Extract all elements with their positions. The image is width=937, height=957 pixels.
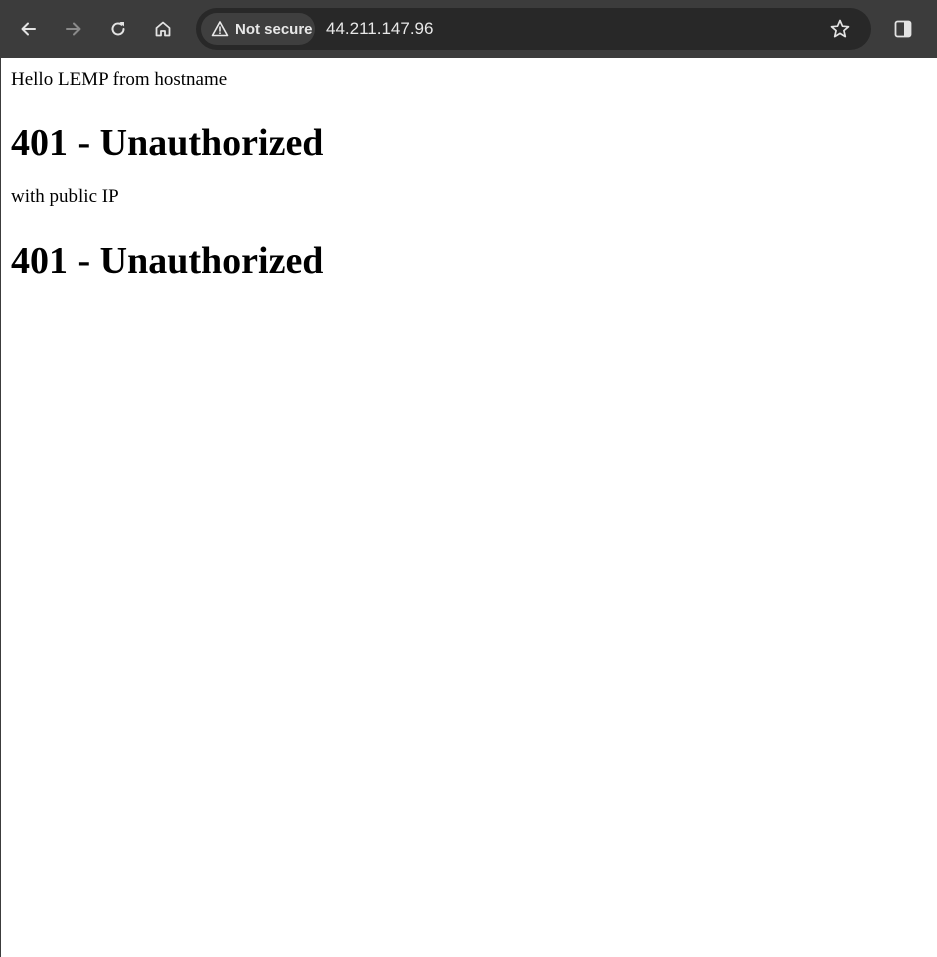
security-label: Not secure — [235, 20, 313, 38]
back-button[interactable] — [13, 13, 45, 45]
back-arrow-icon — [21, 22, 36, 36]
public-ip-heading: 401 - Unauthorized — [11, 240, 324, 282]
reload-icon — [111, 22, 125, 36]
public-ip-label: with public IP — [11, 186, 119, 207]
home-icon — [155, 21, 171, 37]
security-indicator[interactable]: Not secure — [201, 13, 315, 45]
url-text[interactable]: 44.211.147.96 — [326, 19, 433, 39]
side-panel-icon — [894, 20, 912, 38]
side-panel-button[interactable] — [887, 13, 919, 45]
forward-arrow-icon — [66, 22, 81, 36]
hostname-greeting: Hello LEMP from hostname — [11, 69, 228, 90]
reload-button[interactable] — [102, 13, 134, 45]
star-icon — [830, 19, 850, 38]
bookmark-button[interactable] — [824, 13, 856, 45]
hostname-heading: 401 - Unauthorized — [11, 122, 324, 164]
page-content: Hello LEMP from hostname 401 - Unauthori… — [0, 58, 937, 957]
warning-triangle-icon — [211, 20, 229, 38]
address-bar[interactable]: Not secure 44.211.147.96 — [196, 8, 871, 50]
home-button[interactable] — [147, 13, 179, 45]
browser-toolbar: Not secure 44.211.147.96 — [0, 0, 937, 58]
forward-button[interactable] — [57, 13, 89, 45]
